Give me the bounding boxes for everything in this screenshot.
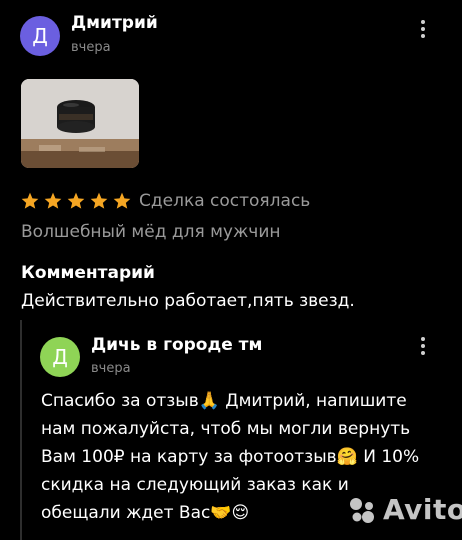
watermark-text: Avito	[383, 493, 462, 526]
more-vertical-icon[interactable]	[419, 20, 427, 38]
more-vertical-icon[interactable]	[419, 337, 427, 355]
seller-avatar[interactable]: Д	[40, 337, 80, 377]
author-avatar[interactable]: Д	[20, 16, 60, 56]
avito-logo-icon	[350, 497, 374, 523]
reply-line: нам пожалуйста, чтоб мы могли вернуть	[41, 419, 411, 439]
star-icon	[67, 192, 85, 209]
rating-stars	[20, 191, 132, 211]
star-icon	[113, 192, 131, 209]
reply-line: Спасибо за отзыв🙏 Дмитрий, напишите	[41, 391, 407, 411]
seller-name[interactable]: Дичь в городе тм	[91, 335, 262, 355]
avito-watermark: Avito	[347, 493, 462, 526]
comment-title: Комментарий	[21, 263, 155, 283]
review-photo[interactable]	[21, 79, 139, 168]
reply-divider	[20, 320, 22, 540]
comment-text: Действительно работает,пять звезд.	[21, 291, 355, 311]
deal-status: Сделка состоялась	[139, 191, 311, 211]
star-icon	[90, 192, 108, 209]
reply-line: Вам 100₽ на карту за фотоотзыв🤗 И 10%	[41, 447, 420, 467]
product-name[interactable]: Волшебный мёд для мужчин	[21, 222, 281, 242]
author-avatar-letter: Д	[32, 24, 48, 48]
star-icon	[44, 192, 62, 209]
reply-date: вчера	[91, 361, 131, 376]
author-name[interactable]: Дмитрий	[71, 13, 158, 33]
seller-avatar-letter: Д	[52, 345, 68, 369]
star-icon	[21, 192, 39, 209]
review-date: вчера	[71, 40, 111, 55]
review-card: Д Дмитрий вчера Сделка состоялась Волшеб…	[0, 0, 462, 540]
